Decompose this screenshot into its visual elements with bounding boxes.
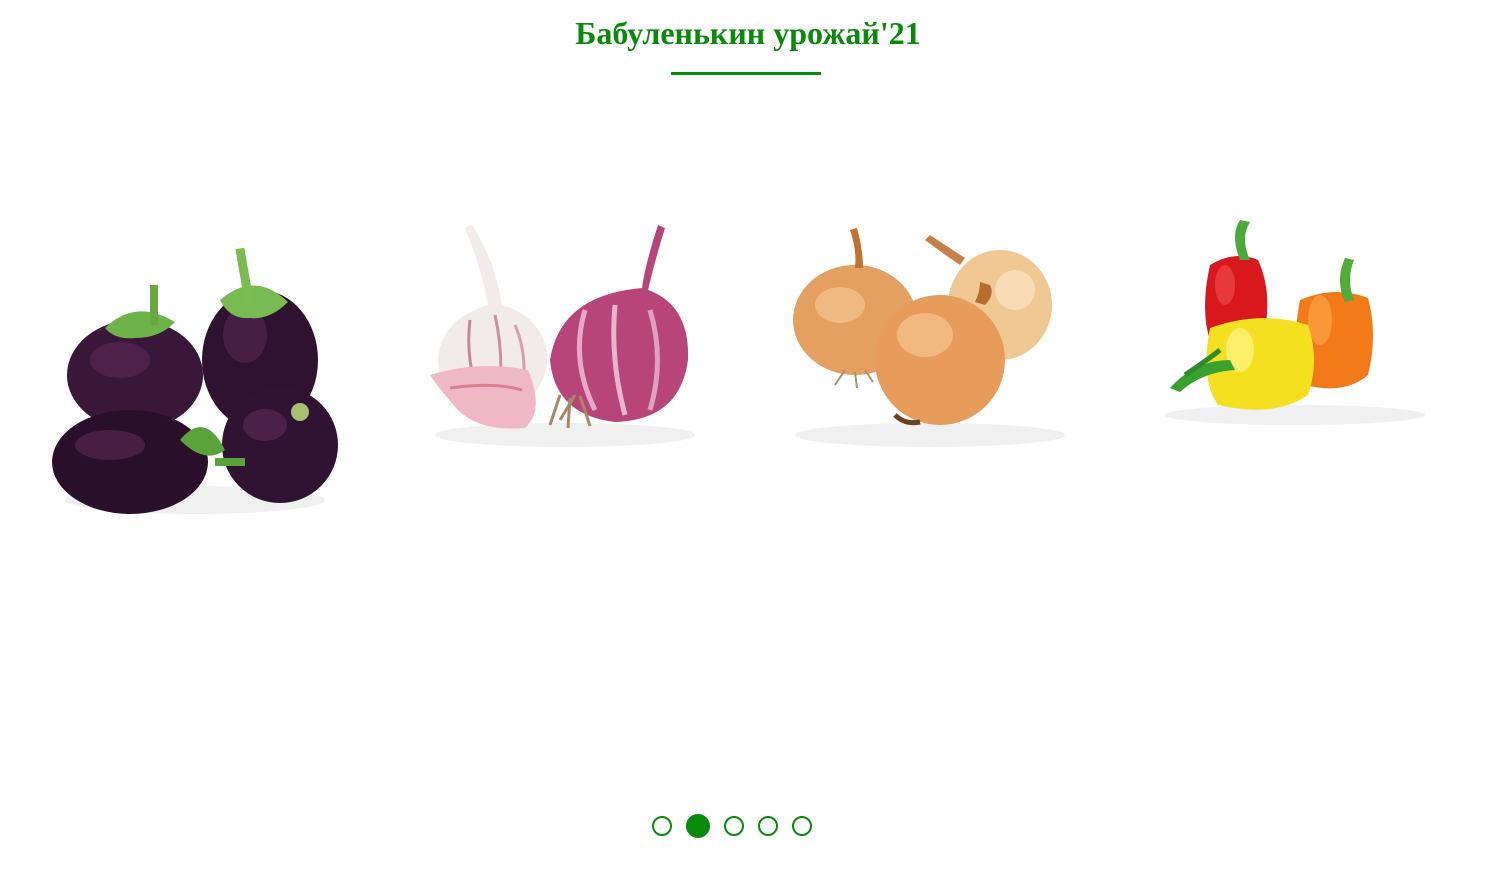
carousel-dot-1[interactable] (652, 816, 672, 836)
bell-pepper-icon (1165, 220, 1425, 425)
garlic-icon (430, 225, 695, 447)
carousel-dot-4[interactable] (758, 816, 778, 836)
onion-image[interactable] (775, 210, 1085, 540)
carousel-pagination (652, 814, 812, 842)
carousel-dot-3[interactable] (724, 816, 744, 836)
eggplant-image[interactable] (40, 210, 350, 540)
carousel[interactable] (0, 180, 1496, 560)
onion-icon (793, 228, 1065, 447)
carousel-dot-5[interactable] (792, 816, 812, 836)
garlic-image[interactable] (410, 210, 720, 540)
page-title: Бабуленькин урожай'21 (575, 15, 921, 51)
carousel-dot-2[interactable] (686, 814, 710, 838)
eggplant-icon (52, 247, 338, 514)
bell-pepper-image[interactable] (1140, 210, 1450, 540)
title-underline (671, 72, 821, 75)
